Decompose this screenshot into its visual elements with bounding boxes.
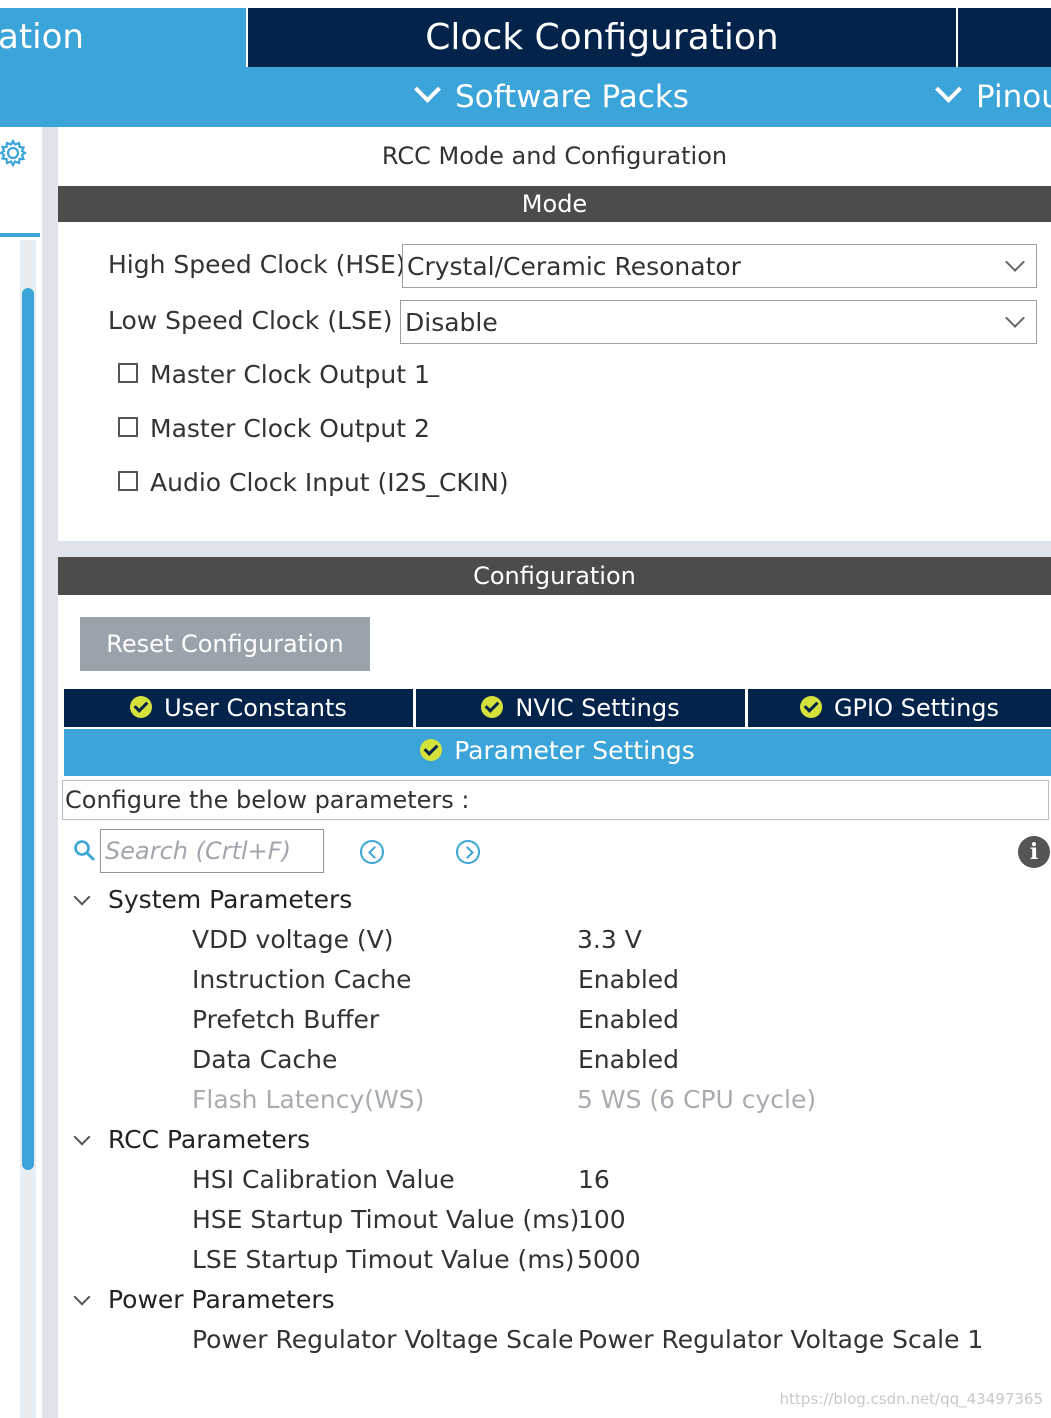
menu-label: Software Packs (455, 79, 689, 115)
configuration-section-header: Configuration (58, 557, 1051, 595)
group-rcc-parameters[interactable]: RCC Parameters (72, 1125, 310, 1154)
param-name[interactable]: Instruction Cache (192, 965, 412, 994)
param-name[interactable]: HSE Startup Timout Value (ms) (192, 1205, 579, 1234)
hse-select[interactable]: Crystal/Ceramic Resonator (402, 244, 1037, 288)
software-packs-menu[interactable]: Software Packs (414, 67, 689, 127)
tab-label: NVIC Settings (515, 694, 680, 722)
next-match-button[interactable] (456, 840, 480, 864)
tab-parameter-settings[interactable]: Parameter Settings (64, 729, 1051, 773)
tab-label: GPIO Settings (833, 694, 1000, 722)
checkbox-label: Audio Clock Input (I2S_CKIN) (150, 468, 509, 497)
group-system-parameters[interactable]: System Parameters (72, 885, 352, 914)
panel-title: RCC Mode and Configuration (381, 142, 728, 170)
param-value[interactable]: Enabled (578, 965, 679, 994)
param-name[interactable]: LSE Startup Timout Value (ms) (192, 1245, 574, 1274)
chevron-down-icon (1005, 252, 1025, 272)
tab-next[interactable] (958, 8, 1051, 67)
search-input[interactable] (100, 829, 324, 873)
watermark: https://blog.csdn.net/qq_43497365 (779, 1390, 1043, 1408)
lse-label: Low Speed Clock (LSE) (108, 306, 393, 335)
check-icon (420, 739, 443, 761)
subtoolbar: Software Packs Pinou (0, 67, 1051, 127)
chevron-down-icon (935, 76, 962, 103)
group-power-parameters[interactable]: Power Parameters (72, 1285, 335, 1314)
master-clock-output-2-checkbox[interactable] (118, 417, 138, 437)
gear-icon[interactable] (0, 138, 28, 168)
tab-gpio-settings[interactable]: GPIO Settings (748, 689, 1051, 727)
top-strip (0, 0, 1051, 8)
hse-selected-value: Crystal/Ceramic Resonator (407, 252, 741, 281)
chevron-down-icon (73, 888, 91, 906)
master-clock-output-1-checkbox[interactable] (118, 363, 138, 383)
mode-section-header: Mode (58, 186, 1051, 222)
param-name[interactable]: VDD voltage (V) (192, 925, 394, 954)
left-pane-underline (0, 233, 40, 237)
tab-label: User Constants (164, 694, 347, 722)
param-value: 5 WS (6 CPU cycle) (577, 1085, 817, 1114)
audio-clock-input-row[interactable]: Audio Clock Input (I2S_CKIN) (118, 468, 509, 497)
previous-match-button[interactable] (360, 840, 384, 864)
lse-selected-value: Disable (405, 308, 498, 337)
lse-select[interactable]: Disable (400, 300, 1037, 344)
param-value[interactable]: 16 (578, 1165, 610, 1194)
master-clock-output-1-row[interactable]: Master Clock Output 1 (118, 360, 430, 389)
checkbox-label: Master Clock Output 2 (150, 414, 430, 443)
param-name[interactable]: HSI Calibration Value (192, 1165, 455, 1194)
tab-label: Parameter Settings (454, 736, 695, 765)
check-icon (481, 696, 504, 718)
tab-label: ation (0, 17, 84, 57)
param-value[interactable]: Enabled (578, 1045, 679, 1074)
chevron-down-icon (73, 1288, 91, 1306)
param-value[interactable]: 3.3 V (577, 925, 642, 954)
reset-configuration-button[interactable]: Reset Configuration (80, 617, 370, 671)
tab-label: Clock Configuration (425, 17, 779, 58)
check-icon (130, 696, 153, 718)
menu-label: Pinou (976, 79, 1051, 115)
chevron-down-icon (1005, 308, 1025, 328)
hse-label: High Speed Clock (HSE) (108, 250, 406, 279)
check-icon (799, 696, 822, 718)
param-value[interactable]: Power Regulator Voltage Scale 1 (578, 1325, 983, 1354)
tab-clock-configuration[interactable]: Clock Configuration (248, 8, 956, 67)
tab-nvic-settings[interactable]: NVIC Settings (416, 689, 745, 727)
group-label: System Parameters (108, 885, 353, 914)
param-value[interactable]: 100 (578, 1205, 626, 1234)
info-icon[interactable]: i (1018, 836, 1050, 868)
param-name[interactable]: Data Cache (192, 1045, 337, 1074)
search-icon (74, 840, 95, 861)
scrollbar-thumb[interactable] (22, 288, 34, 1170)
pane-divider[interactable] (42, 127, 58, 1418)
checkbox-label: Master Clock Output 1 (150, 360, 430, 389)
param-value[interactable]: Enabled (578, 1005, 679, 1034)
configure-hint: Configure the below parameters : (62, 780, 1049, 820)
master-clock-output-2-row[interactable]: Master Clock Output 2 (118, 414, 430, 443)
param-name: Flash Latency(WS) (192, 1085, 425, 1114)
chevron-down-icon (414, 76, 441, 103)
pinout-menu[interactable]: Pinou (935, 67, 1051, 127)
tab-pinout-configuration[interactable]: ation (0, 8, 246, 67)
group-label: RCC Parameters (108, 1125, 311, 1154)
param-name[interactable]: Power Regulator Voltage Scale (192, 1325, 573, 1354)
chevron-down-icon (73, 1128, 91, 1146)
audio-clock-input-checkbox[interactable] (118, 471, 138, 491)
section-splitter[interactable] (58, 541, 1051, 557)
group-label: Power Parameters (108, 1285, 335, 1314)
tab-user-constants[interactable]: User Constants (64, 689, 413, 727)
param-name[interactable]: Prefetch Buffer (192, 1005, 379, 1034)
param-value[interactable]: 5000 (577, 1245, 641, 1274)
active-tab-underline (64, 773, 1051, 776)
